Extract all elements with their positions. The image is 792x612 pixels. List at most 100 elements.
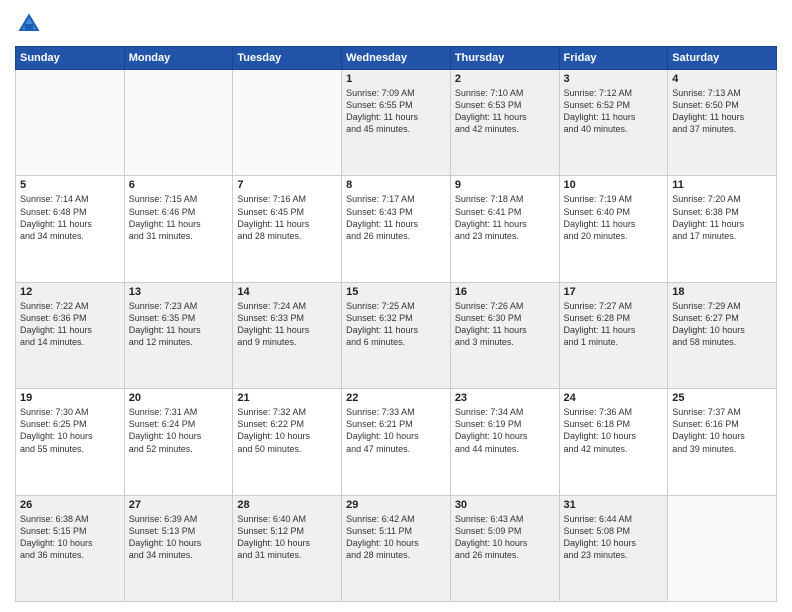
day-number: 26	[20, 499, 120, 511]
calendar-week-row: 12 Sunrise: 7:22 AM Sunset: 6:36 PM Dayli…	[16, 282, 777, 388]
calendar-cell: 15Sunrise: 7:25 AM Sunset: 6:32 PM Dayli…	[342, 282, 451, 388]
calendar-cell: 7Sunrise: 7:16 AM Sunset: 6:45 PM Daylig…	[233, 176, 342, 282]
calendar-cell: 14 Sunrise: 7:24 AM Sunset: 6:33 PM Dayli…	[233, 282, 342, 388]
day-info: Sunrise: 7:27 AM Sunset: 6:28 PM Dayligh…	[564, 300, 664, 349]
calendar-cell: 23 Sunrise: 7:34 AM Sunset: 6:19 PM Dayli…	[450, 389, 559, 495]
day-number: 8	[346, 179, 446, 191]
day-info: Sunrise: 7:18 AM Sunset: 6:41 PM Dayligh…	[455, 193, 555, 242]
calendar-cell: 20 Sunrise: 7:31 AM Sunset: 6:24 PM Dayli…	[124, 389, 233, 495]
day-number: 22	[346, 392, 446, 404]
day-info: Sunrise: 6:43 AM Sunset: 5:09 PM Dayligh…	[455, 513, 555, 562]
day-number: 2	[455, 73, 555, 85]
day-info: Sunrise: 7:29 AM Sunset: 6:27 PM Dayligh…	[672, 300, 772, 349]
day-info: Sunrise: 7:10 AM Sunset: 6:53 PM Dayligh…	[455, 87, 555, 136]
calendar-cell: 16 Sunrise: 7:26 AM Sunset: 6:30 PM Dayli…	[450, 282, 559, 388]
day-number: 17	[564, 286, 664, 298]
day-number: 29	[346, 499, 446, 511]
day-number: 21	[237, 392, 337, 404]
calendar-table: SundayMondayTuesdayWednesdayThursdayFrid…	[15, 46, 777, 602]
calendar-cell: 30 Sunrise: 6:43 AM Sunset: 5:09 PM Dayli…	[450, 495, 559, 601]
day-number: 30	[455, 499, 555, 511]
day-number: 10	[564, 179, 664, 191]
calendar-cell: 31Sunrise: 6:44 AM Sunset: 5:08 PM Dayli…	[559, 495, 668, 601]
day-number: 23	[455, 392, 555, 404]
calendar-cell: 5 Sunrise: 7:14 AM Sunset: 6:48 PM Daylig…	[16, 176, 125, 282]
logo-icon	[15, 10, 43, 38]
day-number: 4	[672, 73, 772, 85]
calendar-cell: 1 Sunrise: 7:09 AM Sunset: 6:55 PM Daylig…	[342, 70, 451, 176]
day-info: Sunrise: 6:38 AM Sunset: 5:15 PM Dayligh…	[20, 513, 120, 562]
day-number: 3	[564, 73, 664, 85]
calendar-cell: 9Sunrise: 7:18 AM Sunset: 6:41 PM Daylig…	[450, 176, 559, 282]
day-number: 12	[20, 286, 120, 298]
day-info: Sunrise: 6:39 AM Sunset: 5:13 PM Dayligh…	[129, 513, 229, 562]
day-info: Sunrise: 7:31 AM Sunset: 6:24 PM Dayligh…	[129, 406, 229, 455]
day-info: Sunrise: 7:09 AM Sunset: 6:55 PM Dayligh…	[346, 87, 446, 136]
calendar-week-row: 19 Sunrise: 7:30 AM Sunset: 6:25 PM Dayli…	[16, 389, 777, 495]
day-number: 1	[346, 73, 446, 85]
day-number: 5	[20, 179, 120, 191]
day-info: Sunrise: 7:32 AM Sunset: 6:22 PM Dayligh…	[237, 406, 337, 455]
calendar-header-row: SundayMondayTuesdayWednesdayThursdayFrid…	[16, 47, 777, 70]
calendar-header-friday: Friday	[559, 47, 668, 70]
calendar-cell: 3Sunrise: 7:12 AM Sunset: 6:52 PM Daylig…	[559, 70, 668, 176]
calendar-cell	[668, 495, 777, 601]
calendar-cell: 6Sunrise: 7:15 AM Sunset: 6:46 PM Daylig…	[124, 176, 233, 282]
calendar-cell	[16, 70, 125, 176]
calendar-cell	[124, 70, 233, 176]
calendar-header-tuesday: Tuesday	[233, 47, 342, 70]
calendar-cell: 25 Sunrise: 7:37 AM Sunset: 6:16 PM Dayli…	[668, 389, 777, 495]
calendar-header-wednesday: Wednesday	[342, 47, 451, 70]
day-info: Sunrise: 7:37 AM Sunset: 6:16 PM Dayligh…	[672, 406, 772, 455]
calendar-week-row: 5 Sunrise: 7:14 AM Sunset: 6:48 PM Daylig…	[16, 176, 777, 282]
day-info: Sunrise: 6:42 AM Sunset: 5:11 PM Dayligh…	[346, 513, 446, 562]
day-info: Sunrise: 7:15 AM Sunset: 6:46 PM Dayligh…	[129, 193, 229, 242]
day-info: Sunrise: 7:14 AM Sunset: 6:48 PM Dayligh…	[20, 193, 120, 242]
calendar-cell: 4 Sunrise: 7:13 AM Sunset: 6:50 PM Daylig…	[668, 70, 777, 176]
day-number: 13	[129, 286, 229, 298]
day-number: 15	[346, 286, 446, 298]
page: SundayMondayTuesdayWednesdayThursdayFrid…	[0, 0, 792, 612]
calendar-cell: 8Sunrise: 7:17 AM Sunset: 6:43 PM Daylig…	[342, 176, 451, 282]
day-number: 25	[672, 392, 772, 404]
calendar-cell: 10 Sunrise: 7:19 AM Sunset: 6:40 PM Dayli…	[559, 176, 668, 282]
day-number: 28	[237, 499, 337, 511]
day-info: Sunrise: 7:36 AM Sunset: 6:18 PM Dayligh…	[564, 406, 664, 455]
day-info: Sunrise: 7:34 AM Sunset: 6:19 PM Dayligh…	[455, 406, 555, 455]
day-number: 19	[20, 392, 120, 404]
calendar-cell: 11 Sunrise: 7:20 AM Sunset: 6:38 PM Dayli…	[668, 176, 777, 282]
calendar-cell	[233, 70, 342, 176]
calendar-cell: 18Sunrise: 7:29 AM Sunset: 6:27 PM Dayli…	[668, 282, 777, 388]
day-number: 14	[237, 286, 337, 298]
calendar-week-row: 1 Sunrise: 7:09 AM Sunset: 6:55 PM Daylig…	[16, 70, 777, 176]
day-info: Sunrise: 7:26 AM Sunset: 6:30 PM Dayligh…	[455, 300, 555, 349]
calendar-header-monday: Monday	[124, 47, 233, 70]
calendar-cell: 13 Sunrise: 7:23 AM Sunset: 6:35 PM Dayli…	[124, 282, 233, 388]
day-number: 31	[564, 499, 664, 511]
day-info: Sunrise: 7:13 AM Sunset: 6:50 PM Dayligh…	[672, 87, 772, 136]
logo	[15, 10, 47, 38]
day-number: 16	[455, 286, 555, 298]
calendar-cell: 19 Sunrise: 7:30 AM Sunset: 6:25 PM Dayli…	[16, 389, 125, 495]
day-number: 7	[237, 179, 337, 191]
day-info: Sunrise: 7:33 AM Sunset: 6:21 PM Dayligh…	[346, 406, 446, 455]
calendar-header-saturday: Saturday	[668, 47, 777, 70]
calendar-cell: 17 Sunrise: 7:27 AM Sunset: 6:28 PM Dayli…	[559, 282, 668, 388]
calendar-header-thursday: Thursday	[450, 47, 559, 70]
calendar-week-row: 26 Sunrise: 6:38 AM Sunset: 5:15 PM Dayli…	[16, 495, 777, 601]
day-info: Sunrise: 7:19 AM Sunset: 6:40 PM Dayligh…	[564, 193, 664, 242]
calendar-cell: 24 Sunrise: 7:36 AM Sunset: 6:18 PM Dayli…	[559, 389, 668, 495]
day-info: Sunrise: 7:23 AM Sunset: 6:35 PM Dayligh…	[129, 300, 229, 349]
day-info: Sunrise: 6:40 AM Sunset: 5:12 PM Dayligh…	[237, 513, 337, 562]
day-number: 24	[564, 392, 664, 404]
calendar-cell: 28 Sunrise: 6:40 AM Sunset: 5:12 PM Dayli…	[233, 495, 342, 601]
day-info: Sunrise: 7:24 AM Sunset: 6:33 PM Dayligh…	[237, 300, 337, 349]
calendar-cell: 21 Sunrise: 7:32 AM Sunset: 6:22 PM Dayli…	[233, 389, 342, 495]
day-info: Sunrise: 7:22 AM Sunset: 6:36 PM Dayligh…	[20, 300, 120, 349]
calendar-header-sunday: Sunday	[16, 47, 125, 70]
day-info: Sunrise: 7:20 AM Sunset: 6:38 PM Dayligh…	[672, 193, 772, 242]
day-info: Sunrise: 7:30 AM Sunset: 6:25 PM Dayligh…	[20, 406, 120, 455]
calendar-cell: 26 Sunrise: 6:38 AM Sunset: 5:15 PM Dayli…	[16, 495, 125, 601]
day-number: 11	[672, 179, 772, 191]
day-number: 20	[129, 392, 229, 404]
